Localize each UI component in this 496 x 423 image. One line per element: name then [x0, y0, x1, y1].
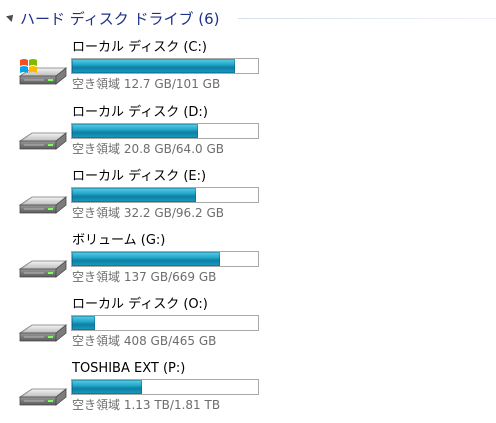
free-space-text: 空き領域 137 GB/669 GB [72, 270, 217, 284]
drive-item-d[interactable]: ローカル ディスク (D:) 空き領域 20.8 GB/64.0 GB [0, 105, 496, 167]
usage-bar [71, 315, 259, 331]
free-space-text: 空き領域 20.8 GB/64.0 GB [72, 142, 224, 156]
drive-name: ローカル ディスク (O:) [72, 297, 208, 312]
drive-name: ローカル ディスク (C:) [72, 40, 207, 55]
drive-item-p[interactable]: TOSHIBA EXT (P:) 空き領域 1.13 TB/1.81 TB [0, 361, 496, 423]
usage-bar [71, 187, 259, 203]
drive-name: ローカル ディスク (D:) [72, 105, 208, 120]
usage-bar [71, 58, 259, 74]
section-divider [238, 18, 496, 19]
usage-bar-fill [72, 188, 196, 202]
drive-name: TOSHIBA EXT (P:) [72, 361, 186, 376]
section-header[interactable]: ハード ディスク ドライブ (6) [0, 0, 496, 34]
drive-name: ボリューム (G:) [72, 233, 166, 248]
hard-drive-icon [18, 388, 68, 406]
usage-bar-fill [72, 252, 220, 266]
usage-bar-fill [72, 59, 235, 73]
usage-bar [71, 123, 259, 139]
collapse-caret-icon[interactable] [6, 12, 16, 22]
drive-item-g[interactable]: ボリューム (G:) 空き領域 137 GB/669 GB [0, 233, 496, 295]
windows-system-drive-icon [18, 59, 68, 85]
usage-bar [71, 379, 259, 395]
drive-item-c[interactable]: ローカル ディスク (C:) 空き領域 12.7 GB/101 GB [0, 40, 496, 102]
usage-bar-fill [72, 124, 198, 138]
hard-drive-icon [18, 260, 68, 278]
free-space-text: 空き領域 32.2 GB/96.2 GB [72, 206, 224, 220]
free-space-text: 空き領域 12.7 GB/101 GB [72, 77, 221, 91]
hard-drive-icon [18, 196, 68, 214]
usage-bar-fill [72, 316, 95, 330]
section-title: ハード ディスク ドライブ (6) [20, 10, 220, 28]
hard-drive-icon [18, 324, 68, 342]
drive-name: ローカル ディスク (E:) [72, 169, 207, 184]
drive-item-o[interactable]: ローカル ディスク (O:) 空き領域 408 GB/465 GB [0, 297, 496, 359]
free-space-text: 空き領域 408 GB/465 GB [72, 334, 217, 348]
free-space-text: 空き領域 1.13 TB/1.81 TB [72, 398, 221, 412]
drive-item-e[interactable]: ローカル ディスク (E:) 空き領域 32.2 GB/96.2 GB [0, 169, 496, 231]
usage-bar [71, 251, 259, 267]
usage-bar-fill [72, 380, 142, 394]
hard-drive-icon [18, 132, 68, 150]
